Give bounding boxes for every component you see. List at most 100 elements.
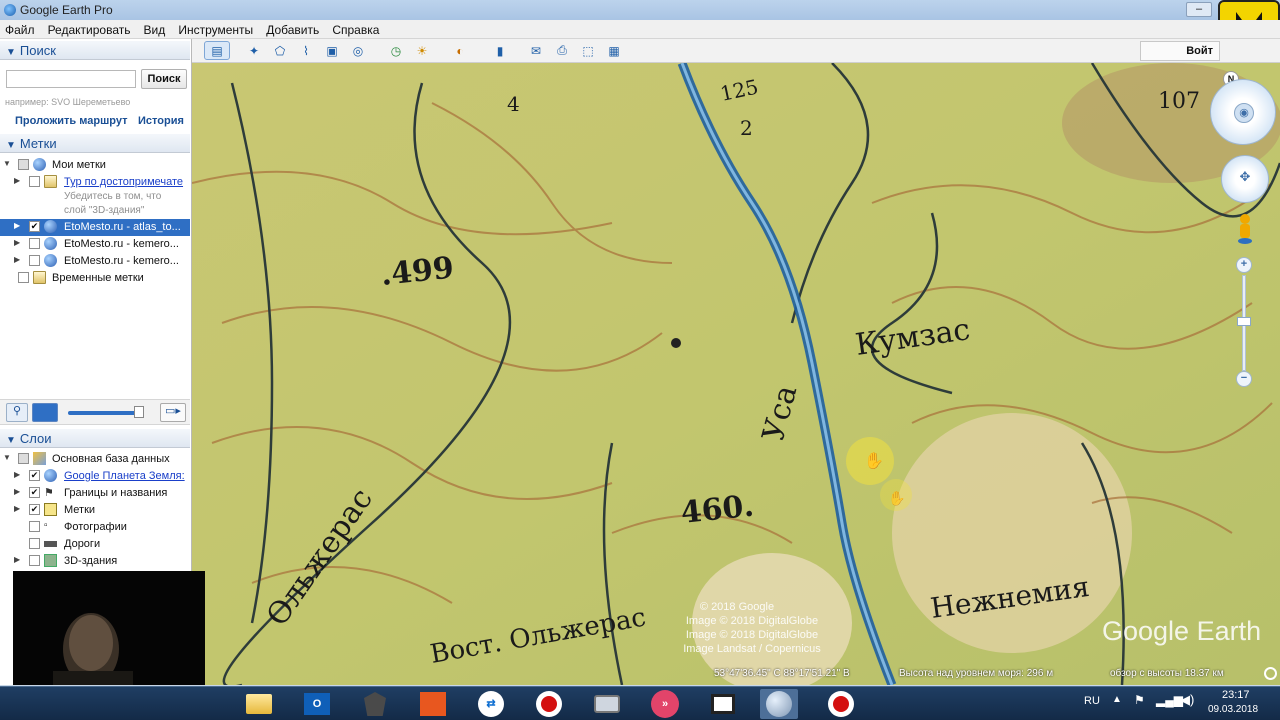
expand-arrow-icon[interactable]: ▶	[14, 504, 20, 513]
expand-arrow-icon[interactable]: ▶	[14, 487, 20, 496]
tree-my-places[interactable]: ▼ Мои метки	[0, 157, 190, 174]
expand-arrow-icon[interactable]: ▼	[3, 453, 11, 462]
checkbox[interactable]	[18, 272, 29, 283]
checkbox[interactable]	[18, 159, 29, 170]
menu-tools[interactable]: Инструменты	[173, 20, 258, 37]
tray-expand-icon[interactable]: ▲	[1112, 694, 1122, 705]
checkbox-checked[interactable]: ✔	[29, 487, 40, 498]
add-placemark-icon[interactable]: ✦	[244, 41, 264, 60]
checkbox[interactable]	[29, 538, 40, 549]
zoom-slider-thumb[interactable]	[1237, 317, 1251, 326]
save-image-icon[interactable]: ⬚	[578, 41, 598, 60]
menu-help[interactable]: Справка	[327, 20, 384, 37]
search-button[interactable]: Поиск	[141, 69, 187, 89]
tree-label: Границы и названия	[64, 487, 168, 499]
email-icon[interactable]: ✉	[526, 41, 546, 60]
ruler-icon[interactable]: ▮	[490, 41, 510, 60]
checkbox-checked[interactable]: ✔	[29, 504, 40, 515]
expand-arrow-icon[interactable]: ▶	[14, 176, 20, 185]
expand-arrow-icon[interactable]: ▶	[14, 221, 20, 230]
volume-tray-icon[interactable]: ◀)	[1180, 692, 1194, 708]
opacity-slider[interactable]	[68, 411, 140, 415]
file-explorer-icon[interactable]	[240, 689, 278, 719]
minimize-button[interactable]: –	[1186, 2, 1212, 17]
layer-globe-icon	[44, 220, 57, 233]
google-earth-taskbar-icon[interactable]	[760, 689, 798, 719]
clock-time[interactable]: 23:17	[1222, 689, 1250, 701]
taskbar: O ⇄ » RU ▲ ⚑ ▂▄▆ ◀) 23:17 09.03.2018	[0, 686, 1280, 720]
record-tour-icon[interactable]: ◎	[348, 41, 368, 60]
layer-primary-database[interactable]: ▼ Основная база данных	[0, 451, 190, 468]
outlook-icon[interactable]: O	[298, 689, 336, 719]
checkbox[interactable]	[29, 555, 40, 566]
tree-etomesto-kemero-1[interactable]: ▶ EtoMesto.ru - kemero...	[0, 236, 190, 253]
tree-link[interactable]: Тур по достопримечате	[64, 176, 183, 188]
sunlight-icon[interactable]: ☀	[412, 41, 432, 60]
film-icon[interactable]	[704, 689, 742, 719]
tree-temporary-places[interactable]: Временные метки	[0, 270, 190, 287]
zoom-out-icon[interactable]: −	[1236, 371, 1252, 387]
record2-icon[interactable]	[822, 689, 860, 719]
expand-arrow-icon[interactable]: ▶	[14, 555, 20, 564]
tree-link[interactable]: Google Планета Земля:	[64, 470, 185, 482]
tree-etomesto-atlas[interactable]: ▶ ✔ EtoMesto.ru - atlas_to...	[0, 219, 190, 236]
teamviewer-icon[interactable]: ⇄	[472, 689, 510, 719]
flag-tray-icon[interactable]: ⚑	[1134, 693, 1145, 707]
clock-date[interactable]: 09.03.2018	[1208, 704, 1258, 715]
office-icon[interactable]	[414, 689, 452, 719]
map-view[interactable]: .499 460. Кумзас Уса Ольжерас Вост. Ольж…	[192, 63, 1280, 685]
pegman-icon[interactable]	[1237, 213, 1253, 245]
get-directions-link[interactable]: Проложить маршрут	[15, 115, 127, 127]
layer-roads[interactable]: Дороги	[0, 536, 190, 553]
search-places-icon[interactable]: ⚲	[6, 403, 28, 422]
menu-add[interactable]: Добавить	[261, 20, 324, 37]
menu-edit[interactable]: Редактировать	[43, 20, 136, 37]
add-overlay-icon[interactable]: ▣	[322, 41, 342, 60]
record-icon[interactable]	[530, 689, 568, 719]
checkbox[interactable]	[29, 255, 40, 266]
expand-arrow-icon[interactable]: ▶	[14, 255, 20, 264]
sidebar-toggle-icon[interactable]: ▤	[204, 41, 230, 60]
checkbox[interactable]	[29, 521, 40, 532]
checkbox[interactable]	[18, 453, 29, 464]
add-polygon-icon[interactable]: ⬠	[270, 41, 290, 60]
panel-toggle-icon[interactable]	[32, 403, 58, 422]
layer-borders[interactable]: ▶ ✔ ⚑ Границы и названия	[0, 485, 190, 502]
expand-arrow-icon[interactable]: ▶	[14, 470, 20, 479]
search-panel-header[interactable]: ▼ Поиск	[0, 41, 190, 60]
add-path-icon[interactable]: ⌇	[296, 41, 316, 60]
layer-3d-buildings[interactable]: ▶ 3D-здания	[0, 553, 190, 570]
camera-icon[interactable]	[588, 689, 626, 719]
history-link[interactable]: История	[138, 115, 184, 127]
collapse-arrow-icon: ▼	[6, 47, 16, 58]
layer-photos[interactable]: ▫ Фотографии	[0, 519, 190, 536]
checkbox-checked[interactable]: ✔	[29, 470, 40, 481]
menu-view[interactable]: Вид	[139, 20, 171, 37]
layer-google-earth[interactable]: ▶ ✔ Google Планета Земля:	[0, 468, 190, 485]
arrows-app-icon[interactable]: »	[646, 689, 684, 719]
expand-arrow-icon[interactable]: ▶	[14, 238, 20, 247]
expand-arrow-icon[interactable]: ▼	[3, 159, 11, 168]
historical-imagery-icon[interactable]: ◷	[386, 41, 406, 60]
look-control[interactable]: ◉	[1210, 79, 1276, 145]
checkbox-checked[interactable]: ✔	[29, 221, 40, 232]
search-input[interactable]	[6, 70, 136, 88]
language-indicator[interactable]: RU	[1084, 695, 1100, 707]
opacity-slider-thumb[interactable]	[134, 406, 144, 418]
network-tray-icon[interactable]: ▂▄▆	[1156, 693, 1183, 707]
print-icon[interactable]: ⎙	[552, 41, 572, 60]
zoom-in-icon[interactable]: +	[1236, 257, 1252, 273]
folder-menu-icon[interactable]: ▭▸	[160, 403, 186, 422]
tree-etomesto-kemero-2[interactable]: ▶ EtoMesto.ru - kemero...	[0, 253, 190, 270]
menu-file[interactable]: Файл	[0, 20, 40, 37]
checkbox[interactable]	[29, 176, 40, 187]
view-in-maps-icon[interactable]: ▦	[604, 41, 624, 60]
move-control[interactable]: ✥	[1221, 155, 1269, 203]
layers-panel-header[interactable]: ▼ Слои	[0, 429, 190, 448]
places-panel-header[interactable]: ▼ Метки	[0, 134, 190, 153]
checkbox[interactable]	[29, 238, 40, 249]
planets-icon[interactable]: ◐	[450, 41, 470, 60]
layer-places[interactable]: ▶ ✔ Метки	[0, 502, 190, 519]
world-of-tanks-icon[interactable]	[356, 689, 394, 719]
sign-in-button[interactable]: Войт	[1140, 41, 1220, 61]
